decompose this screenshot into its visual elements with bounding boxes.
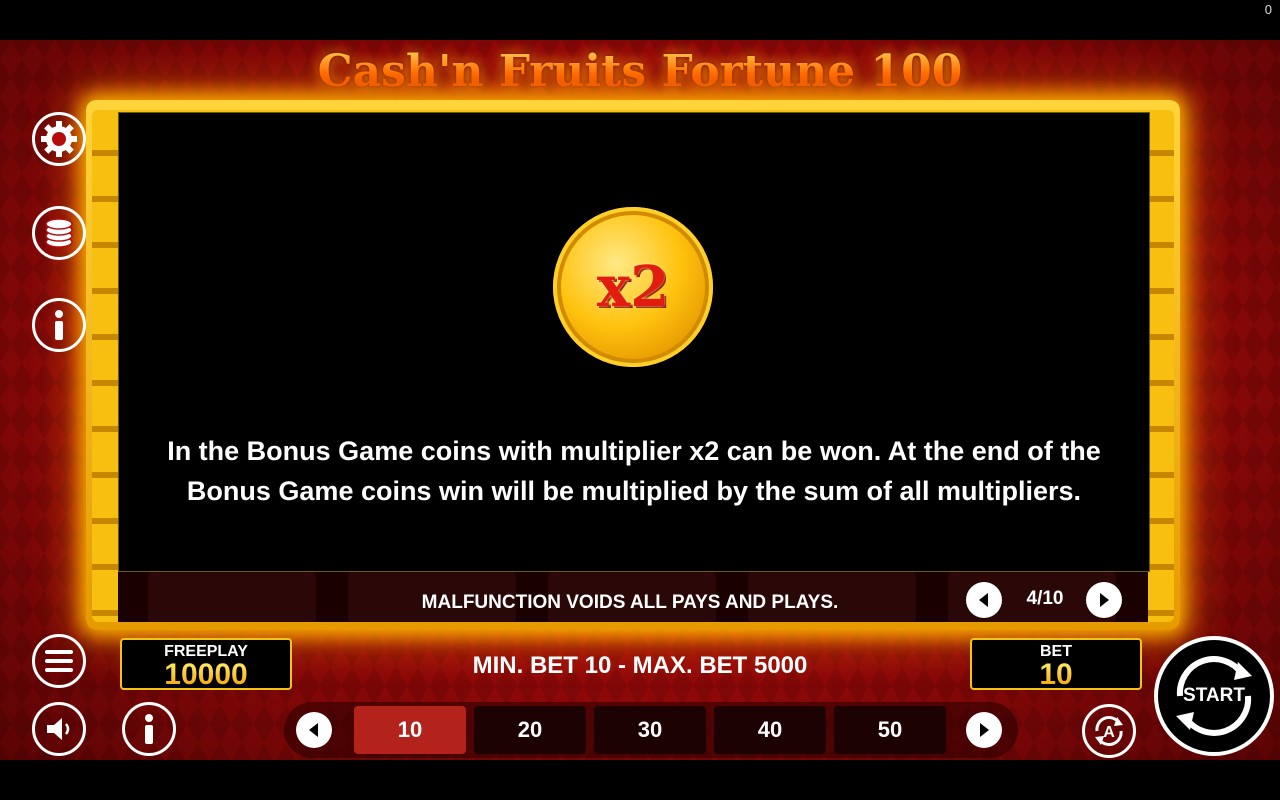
bet-next-button[interactable] <box>966 712 1002 748</box>
bet-option-40[interactable]: 40 <box>714 706 826 754</box>
autoplay-label: A <box>1103 724 1115 741</box>
sound-button[interactable] <box>32 702 86 756</box>
game-stage: Cash'n Fruits Fortune 100 x2 In the Bonu… <box>0 40 1280 760</box>
malfunction-notice: MALFUNCTION VOIDS ALL PAYS AND PLAYS. <box>421 592 839 613</box>
bet-option-20[interactable]: 20 <box>474 706 586 754</box>
chevron-left-icon <box>309 723 318 737</box>
bet-prev-button[interactable] <box>296 712 332 748</box>
start-button[interactable]: START <box>1154 636 1274 756</box>
chevron-right-icon <box>1100 593 1109 607</box>
bet-display: BET 10 <box>970 638 1142 690</box>
menu-button[interactable] <box>32 634 86 688</box>
freeplay-value: 10000 <box>122 660 290 690</box>
bet-selector: 10 20 30 40 50 <box>284 702 1018 758</box>
bet-value: 10 <box>972 660 1140 690</box>
info-prev-button[interactable] <box>966 582 1002 618</box>
chevron-left-icon <box>979 593 988 607</box>
start-label: START <box>1183 685 1245 706</box>
chevron-right-icon <box>980 723 989 737</box>
corner-counter: 0 <box>1264 2 1272 17</box>
info-icon <box>145 714 153 744</box>
menu-icon <box>45 650 73 672</box>
info-pager: 4/10 <box>966 582 1126 618</box>
game-title: Cash'n Fruits Fortune 100 <box>0 46 1280 97</box>
coin-multiplier-label: x2 <box>596 254 670 320</box>
settings-button[interactable] <box>32 112 86 166</box>
gear-icon <box>41 121 77 157</box>
bet-range: MIN. BET 10 - MAX. BET 5000 <box>472 652 808 679</box>
speaker-icon <box>47 718 70 740</box>
info-next-button[interactable] <box>1086 582 1122 618</box>
coins-button[interactable] <box>32 206 86 260</box>
freeplay-balance: FREEPLAY 10000 <box>120 638 292 690</box>
info-panel: x2 In the Bonus Game coins with multipli… <box>118 112 1150 572</box>
bet-option-10[interactable]: 10 <box>354 706 466 754</box>
bet-option-50[interactable]: 50 <box>834 706 946 754</box>
info-side-button[interactable] <box>32 298 86 352</box>
info-icon <box>55 310 63 340</box>
info-description: In the Bonus Game coins with multiplier … <box>167 436 1101 506</box>
bet-option-30[interactable]: 30 <box>594 706 706 754</box>
page-indicator: 4/10 <box>1026 588 1064 609</box>
info-bottom-button[interactable] <box>122 702 176 756</box>
coin-stack-icon <box>45 218 73 248</box>
autoplay-icon: A <box>1095 716 1123 746</box>
multiplier-coin: x2 <box>553 207 713 367</box>
autoplay-button[interactable]: A <box>1082 704 1136 758</box>
